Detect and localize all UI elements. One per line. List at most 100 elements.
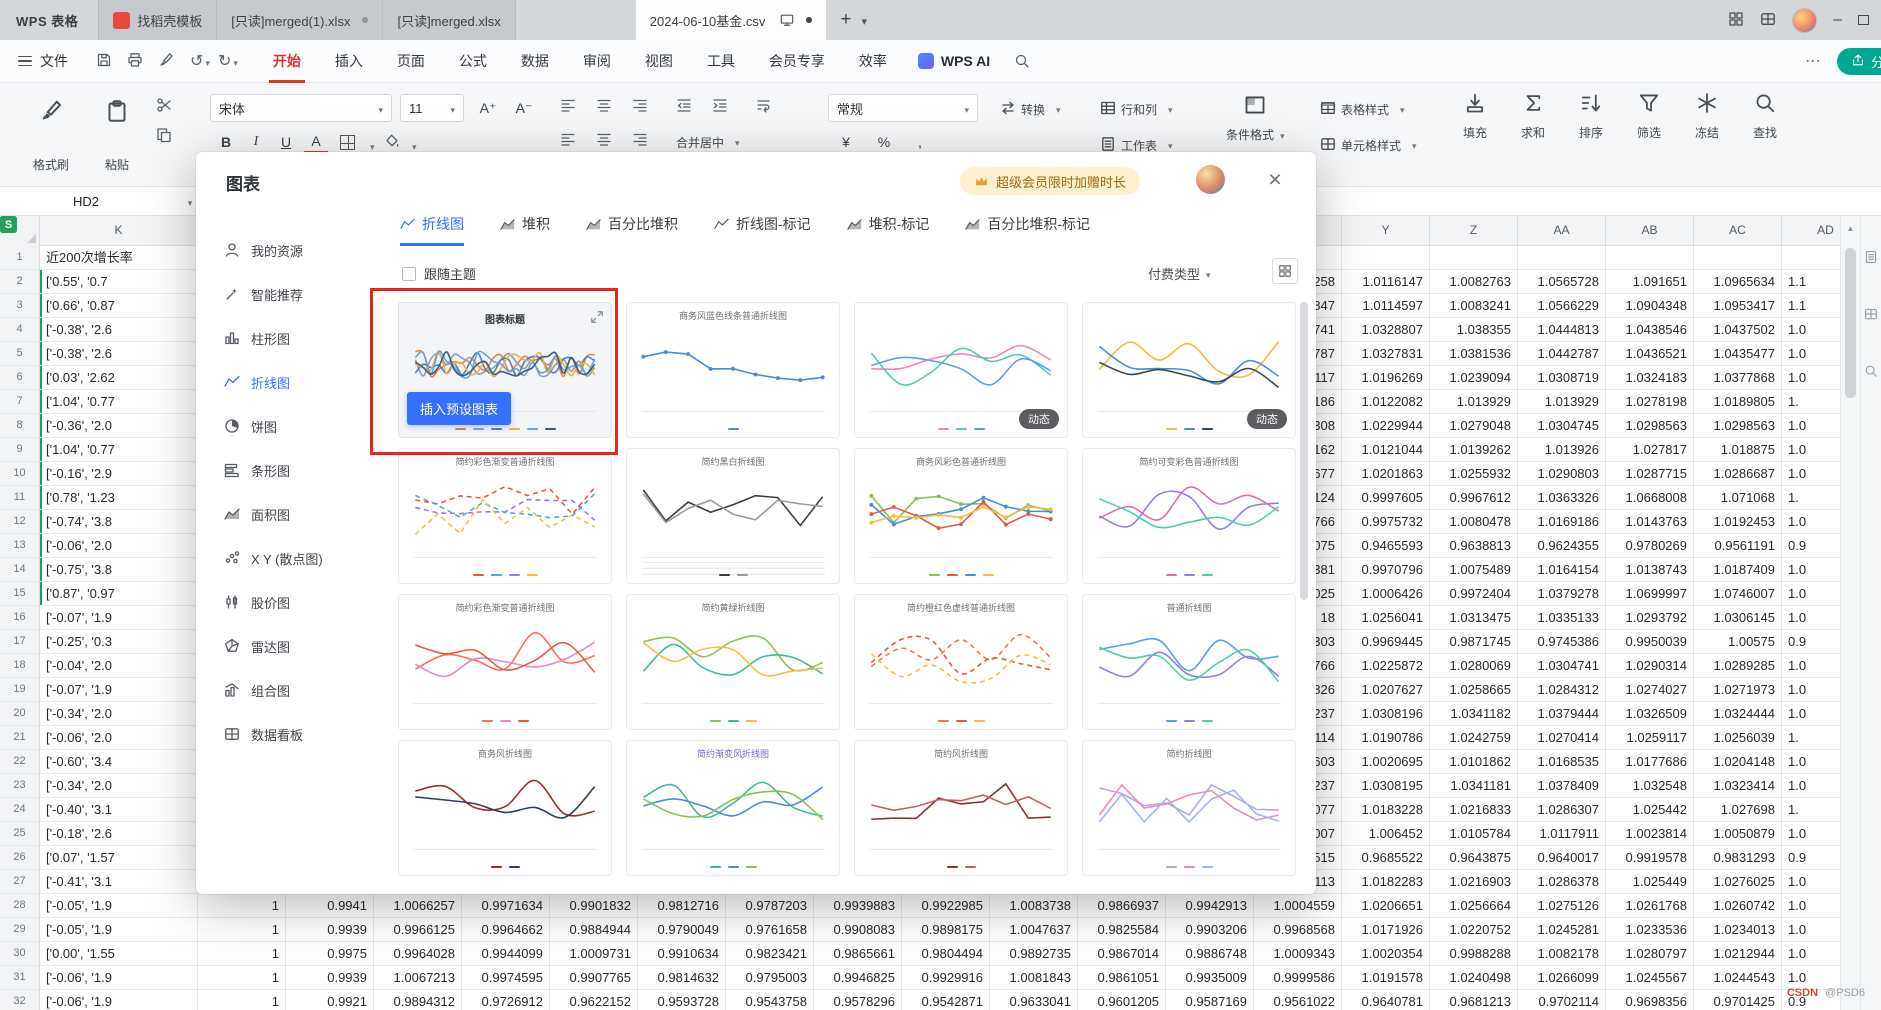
toolbar-filldown-button[interactable]: 填充 [1452,92,1498,141]
cell[interactable]: 1.0020354 [1342,942,1430,966]
cell[interactable]: 1.013926 [1518,438,1606,462]
cell[interactable]: 1.0114597 [1342,294,1430,318]
cell[interactable]: 1.0566229 [1518,294,1606,318]
cell[interactable]: ['0.00', '1.55 [40,942,198,966]
cell[interactable]: 1.006452 [1342,822,1430,846]
cell[interactable]: 1.0280797 [1606,942,1694,966]
cell[interactable]: ['-0.38', '2.6 [40,342,198,366]
cell[interactable]: ['-0.07', '1.9 [40,678,198,702]
chart-type-item[interactable]: 面积图 [196,492,378,536]
chart-subtype-tab[interactable]: 百分比堆积 [586,212,678,246]
cell[interactable]: 1.0216903 [1430,870,1518,894]
chart-type-item[interactable]: X Y (散点图) [196,536,378,580]
cell[interactable]: 1.0377868 [1694,366,1782,390]
align-center-icon[interactable] [596,97,612,113]
cell[interactable]: 0.9601205 [1078,990,1166,1010]
column-header[interactable]: Z [1430,216,1518,246]
cell[interactable]: 1.0259117 [1606,726,1694,750]
follow-theme-checkbox[interactable] [402,266,416,281]
cell[interactable]: 1.0313475 [1430,606,1518,630]
toolbar-sigma-button[interactable]: 求和 [1510,92,1556,141]
cell[interactable]: 1.0066257 [374,894,462,918]
menu-tab[interactable]: 页面 [380,40,442,83]
cell[interactable]: 1.0965634 [1694,270,1782,294]
cell[interactable]: ['1.04', '0.77 [40,438,198,462]
cell[interactable]: 0.9543758 [726,990,814,1010]
cell[interactable]: 0.9698356 [1606,990,1694,1010]
chart-type-item[interactable]: 折线图 [196,360,378,404]
cell[interactable]: 1.0379444 [1518,702,1606,726]
cell[interactable]: 0.9681213 [1430,990,1518,1010]
cell[interactable]: 1.0067213 [374,966,462,990]
cell[interactable]: 1.0341181 [1430,774,1518,798]
cell[interactable]: ['-0.36', '2.0 [40,414,198,438]
cell[interactable]: 1.0192453 [1694,510,1782,534]
decrease-indent-icon[interactable] [676,97,692,113]
cell[interactable]: 0.9633041 [990,990,1078,1010]
row-header[interactable]: 22 [0,750,40,774]
cell[interactable]: 1.0171926 [1342,918,1430,942]
cell[interactable]: ['-0.60', '3.4 [40,750,198,774]
cell[interactable]: ['-0.40', '3.1 [40,798,198,822]
cell[interactable]: 1.0245567 [1606,966,1694,990]
cell[interactable]: ['-0.18', '2.6 [40,822,198,846]
cell[interactable]: 0.9922985 [902,894,990,918]
cell[interactable]: 0.9685522 [1342,846,1430,870]
cell[interactable]: 1.018875 [1694,438,1782,462]
row-header[interactable]: 31 [0,966,40,990]
row-header[interactable]: 20 [0,702,40,726]
cell[interactable]: 1.0435477 [1694,342,1782,366]
cell[interactable]: ['-0.06', '2.0 [40,534,198,558]
cell[interactable]: 0.9578296 [814,990,902,1010]
chart-type-item[interactable]: 智能推荐 [196,272,378,316]
cell[interactable]: 1.0363326 [1518,486,1606,510]
chart-type-item[interactable]: 股价图 [196,580,378,624]
increase-indent-icon[interactable] [712,97,728,113]
cell[interactable]: 1.0190786 [1342,726,1430,750]
chart-card[interactable]: 简约彩色渐变普通折线图 [398,594,612,730]
present-icon[interactable] [780,13,794,27]
cell[interactable]: 0.9861051 [1078,966,1166,990]
cell[interactable]: 1.038355 [1430,318,1518,342]
column-header[interactable]: AA [1518,216,1606,246]
cell[interactable]: 0.9804494 [902,942,990,966]
cell[interactable]: 1.0239094 [1430,366,1518,390]
cell[interactable]: 1.091651 [1606,270,1694,294]
name-box[interactable]: HD2 [0,194,172,209]
cell[interactable]: 1.0444813 [1518,318,1606,342]
cell[interactable]: 1.0437502 [1694,318,1782,342]
cell[interactable]: 1.0274027 [1606,678,1694,702]
cell[interactable]: 0.9884944 [550,918,638,942]
cell[interactable]: 0.9997605 [1342,486,1430,510]
chart-card[interactable]: 动态 [854,302,1068,438]
cell[interactable]: 1.0191578 [1342,966,1430,990]
align-top-icon[interactable] [560,131,576,147]
cell[interactable]: 0.9465593 [1342,534,1430,558]
table-style-button[interactable]: 表格样式 [1320,96,1405,122]
cell[interactable]: 0.9975 [286,942,374,966]
more-menu-button[interactable]: ⋯ [1791,51,1837,71]
minimize-button[interactable] [1833,11,1842,29]
cell[interactable]: 0.9939 [286,918,374,942]
cell[interactable]: 1.0177686 [1606,750,1694,774]
cell[interactable]: 1.0286378 [1518,870,1606,894]
cell[interactable]: 1.0242759 [1430,726,1518,750]
side-panel-icon[interactable] [1864,250,1878,267]
cell[interactable]: 1.0050879 [1694,822,1782,846]
cell[interactable]: 1.0298563 [1694,414,1782,438]
conditional-format-button[interactable]: 条件格式 [1226,94,1285,143]
cell[interactable] [1342,246,1430,270]
cell[interactable]: 1.0278198 [1606,390,1694,414]
column-header[interactable]: Y [1342,216,1430,246]
increase-font-button[interactable]: A⁺ [476,96,500,120]
cell[interactable]: 0.9964028 [374,942,462,966]
menu-tab[interactable]: 数据 [504,40,566,83]
cell[interactable]: 0.9950039 [1606,630,1694,654]
font-color-button[interactable]: A [304,130,328,154]
cell[interactable]: 1.0308196 [1342,702,1430,726]
side-panel-icon[interactable] [1864,364,1878,381]
cell[interactable]: 0.9831293 [1694,846,1782,870]
cell[interactable]: 0.9921 [286,990,374,1010]
cell[interactable]: 1.0105784 [1430,822,1518,846]
wrap-text-icon[interactable] [756,97,772,113]
